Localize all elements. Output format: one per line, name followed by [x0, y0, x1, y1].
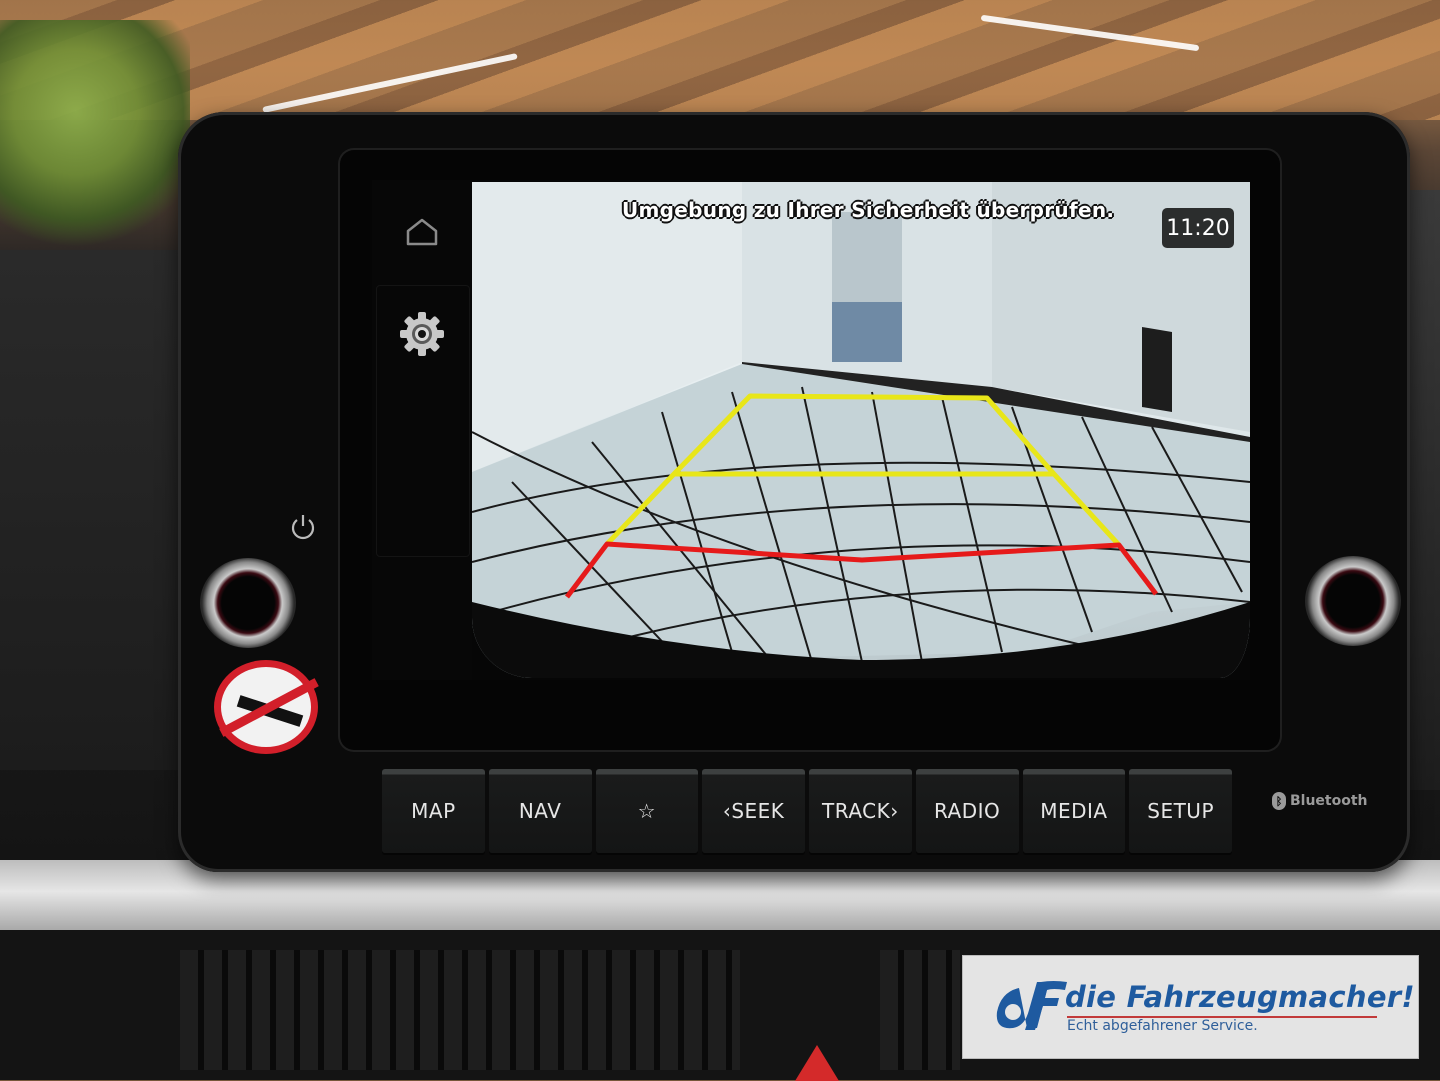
nav-button[interactable]: NAV: [488, 769, 592, 853]
dealer-watermark: die Fahrzeugmacher! Echt abgefahrener Se…: [962, 955, 1419, 1059]
media-button[interactable]: MEDIA: [1022, 769, 1126, 853]
volume-knob[interactable]: [200, 558, 296, 648]
star-icon: ☆: [637, 799, 657, 823]
clock-display: 11:20: [1162, 208, 1234, 248]
bluetooth-badge: ᛒ Bluetooth: [1272, 792, 1368, 810]
setup-button[interactable]: SETUP: [1129, 769, 1232, 853]
garage-ceiling: [0, 0, 1440, 120]
home-icon: [406, 218, 438, 246]
doorway-blue: [832, 302, 902, 362]
safety-warning-message: Umgebung zu Ihrer Sicherheit überprüfen.: [622, 198, 1115, 222]
bluetooth-icon: ᛒ: [1272, 792, 1286, 810]
prohibition-bar: [219, 678, 319, 737]
brand-name: die Fahrzeugmacher!: [1065, 980, 1415, 1014]
bluetooth-label: Bluetooth: [1290, 793, 1368, 809]
tune-knob[interactable]: [1305, 556, 1401, 646]
track-button[interactable]: TRACK›: [809, 769, 912, 853]
df-logo-icon: [996, 981, 1067, 1030]
home-button[interactable]: [386, 196, 458, 268]
air-vent-left: [180, 950, 740, 1070]
dark-pillar: [1142, 327, 1172, 412]
gear-icon: [400, 312, 444, 356]
map-button[interactable]: MAP: [382, 769, 485, 853]
screen-sidebar: [372, 180, 472, 680]
no-smoking-sticker: [214, 660, 319, 754]
air-vent-right: [880, 950, 960, 1070]
rear-camera-view: Umgebung zu Ihrer Sicherheit überprüfen.…: [472, 182, 1250, 678]
hazard-button[interactable]: [795, 1045, 839, 1081]
settings-button[interactable]: [386, 298, 458, 370]
hardware-button-bar: MAP NAV ☆ ‹SEEK TRACK› RADIO MEDIA SETUP: [382, 765, 1232, 857]
background-plant: [0, 20, 190, 250]
brand-tagline: Echt abgefahrener Service.: [1067, 1018, 1258, 1034]
camera-scene: [472, 182, 1250, 678]
radio-button[interactable]: RADIO: [915, 769, 1019, 853]
favorite-button[interactable]: ☆: [595, 769, 699, 853]
seek-button[interactable]: ‹SEEK: [702, 769, 805, 853]
power-icon[interactable]: [288, 512, 318, 542]
